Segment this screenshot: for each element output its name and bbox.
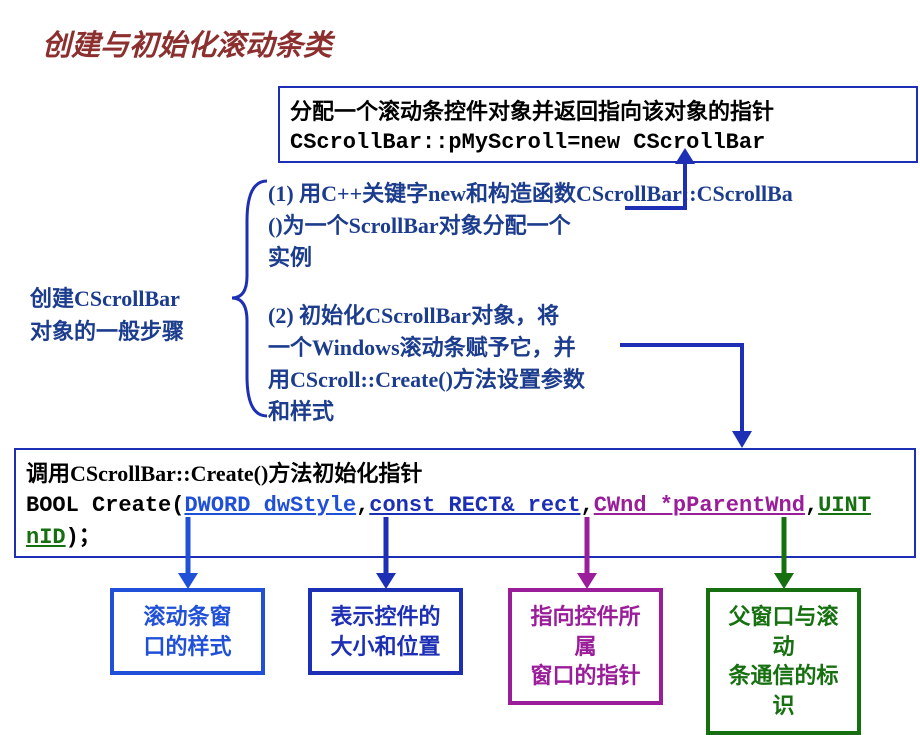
step2-l4: 和样式: [268, 399, 334, 424]
create-prefix: BOOL Create(: [26, 493, 184, 518]
box1-line1: 分配一个滚动条控件对象并返回指向该对象的指针: [290, 94, 906, 126]
step2-l3: 用CScroll::Create()方法设置参数: [268, 367, 585, 392]
steps-label: 创建CScrollBar 对象的一般步骤: [30, 282, 184, 348]
steps-label-l1: 创建CScrollBar: [30, 286, 180, 311]
bb3-l1: 指向控件所属: [530, 604, 640, 659]
slide-title: 创建与初始化滚动条类: [42, 22, 332, 64]
desc-dwstyle: 滚动条窗 口的样式: [110, 588, 265, 675]
box1-line2: CScrollBar::pMyScroll=new CScrollBar: [290, 130, 906, 155]
step1-l1: (1) 用C++关键字new和构造函数CScrollBar::CScrollBa: [268, 181, 793, 206]
desc-pwnd: 指向控件所属 窗口的指针: [508, 588, 663, 705]
desc-nid: 父窗口与滚动 条通信的标识: [706, 588, 861, 735]
bb4-l2: 条通信的标识: [728, 663, 838, 718]
step1: (1) 用C++关键字new和构造函数CScrollBar::CScrollBa…: [268, 178, 920, 274]
bb2-l2: 大小和位置: [330, 634, 440, 659]
param-pwnd: CWnd *pParentWnd: [594, 493, 805, 518]
box2-line1: 调用CScrollBar::Create()方法初始化指针: [26, 456, 904, 488]
desc-rect: 表示控件的 大小和位置: [308, 588, 463, 675]
arrow-p1: [176, 517, 206, 595]
param-dwstyle: DWORD dwStyle: [184, 493, 356, 518]
bb1-l1: 滚动条窗: [143, 604, 231, 629]
bb1-l2: 口的样式: [143, 634, 231, 659]
bb4-l1: 父窗口与滚动: [728, 604, 838, 659]
steps-label-l2: 对象的一般步骤: [30, 319, 184, 344]
bb3-l2: 窗口的指针: [530, 663, 640, 688]
param-rect: const RECT& rect: [369, 493, 580, 518]
bb2-l1: 表示控件的: [330, 604, 440, 629]
allocation-box: 分配一个滚动条控件对象并返回指向该对象的指针 CScrollBar::pMySc…: [278, 86, 918, 163]
step2-l2: 一个Windows滚动条赋予它，并: [268, 335, 576, 360]
arrow-p2: [374, 517, 404, 595]
arrow-step2-to-box2: [620, 337, 760, 452]
step2: (2) 初始化CScrollBar对象，将 一个Windows滚动条赋予它，并 …: [268, 300, 585, 428]
step1-l3: 实例: [268, 245, 312, 270]
arrow-step1-to-box1: [625, 148, 705, 213]
arrow-p4: [772, 517, 802, 595]
step1-l2: ()为一个ScrollBar对象分配一个: [268, 213, 571, 238]
step2-l1: (2) 初始化CScrollBar对象，将: [268, 303, 559, 328]
arrow-p3: [575, 517, 605, 595]
